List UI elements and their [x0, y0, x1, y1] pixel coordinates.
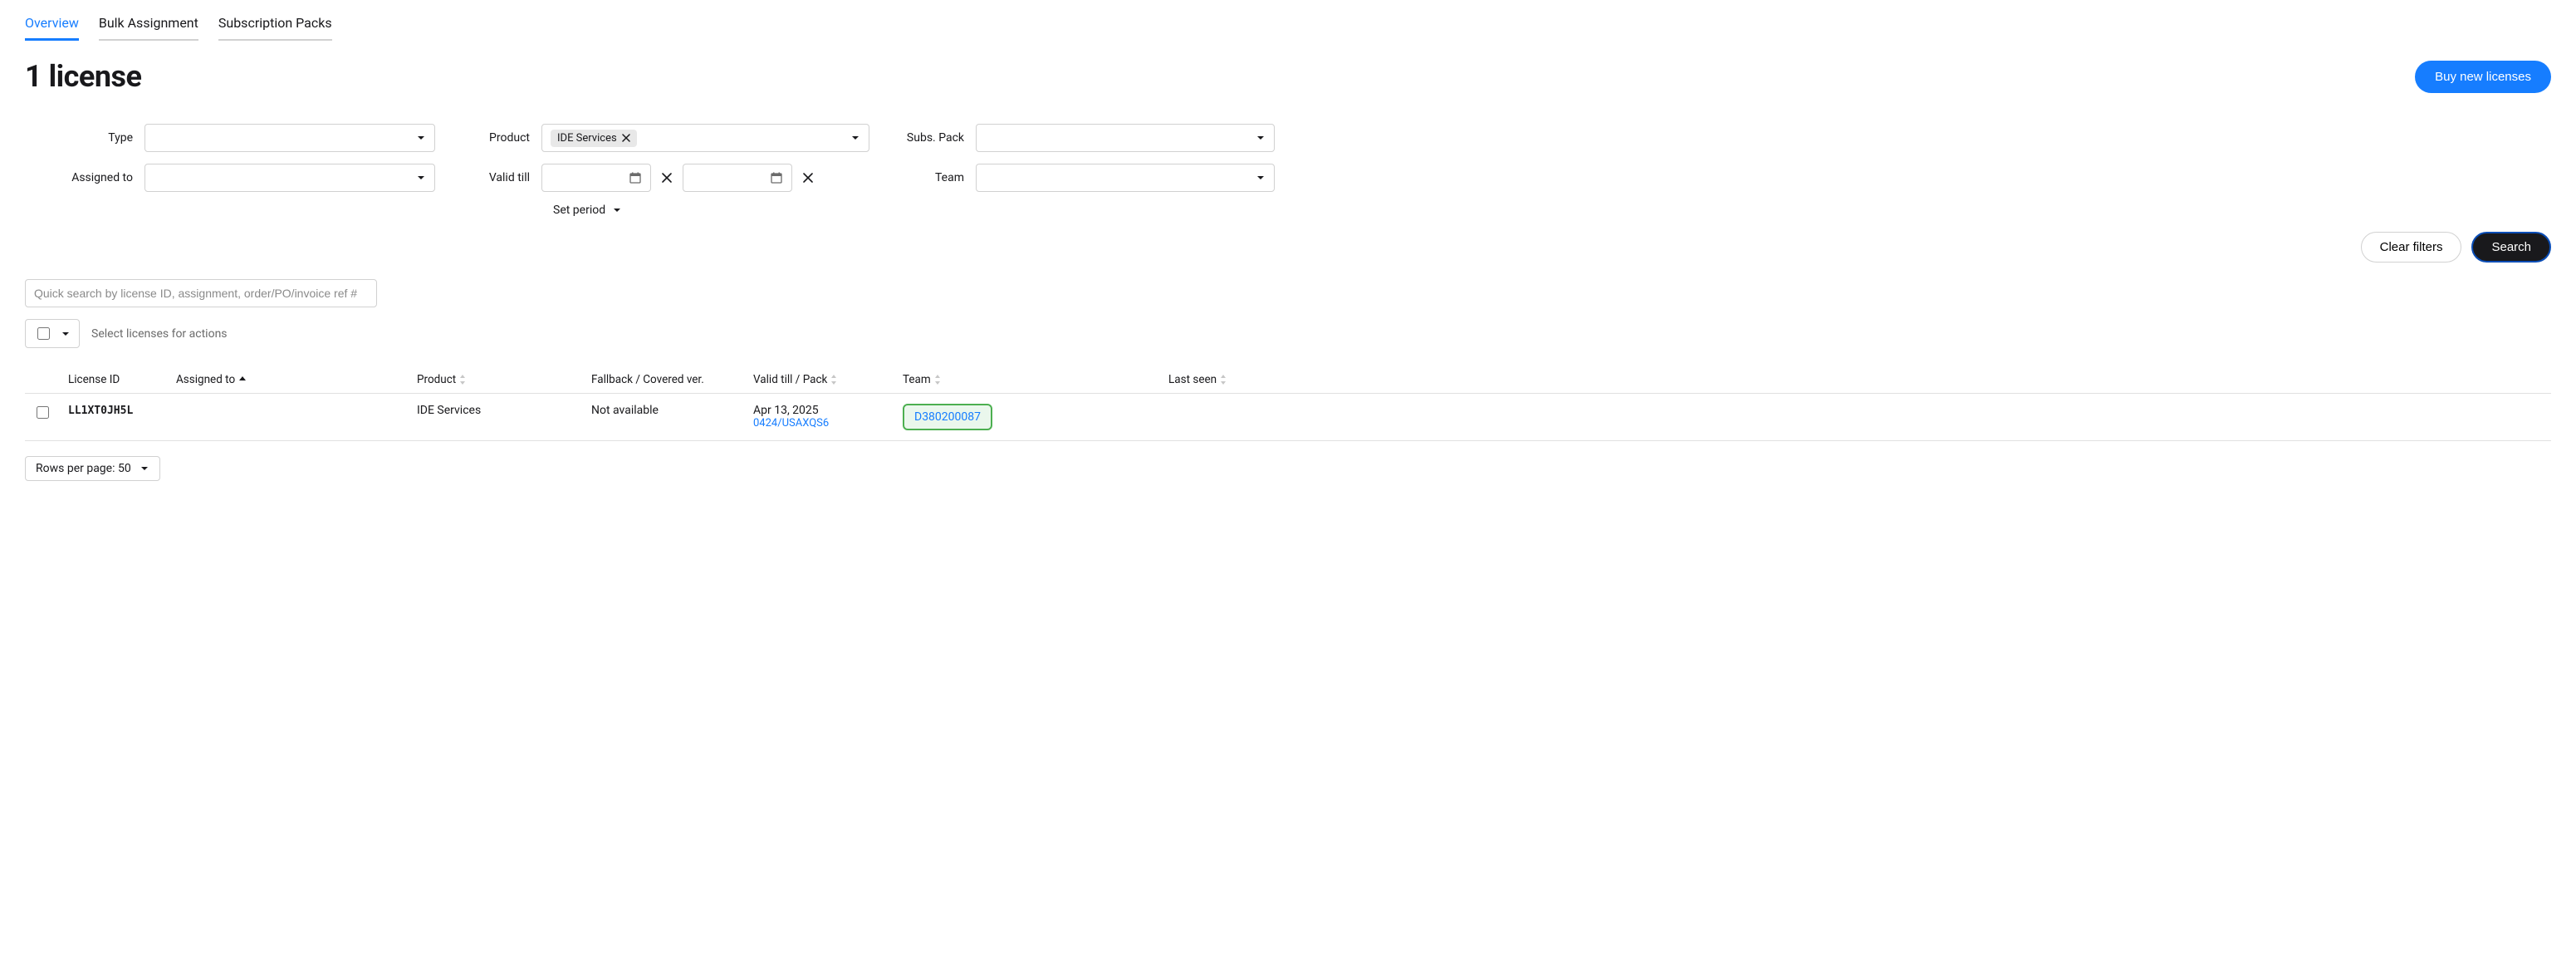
chevron-down-icon: [1256, 133, 1266, 143]
sort-up-icon: [238, 375, 247, 384]
valid-till-from-date[interactable]: [541, 164, 651, 192]
product-label: Product: [447, 131, 530, 145]
chevron-down-icon: [140, 464, 149, 474]
product-chip: IDE Services: [551, 130, 637, 147]
sort-icon: [934, 375, 941, 385]
team-label: Team: [881, 171, 964, 184]
clear-filters-button[interactable]: Clear filters: [2361, 232, 2462, 263]
calendar-icon: [629, 171, 642, 184]
col-last-seen-label: Last seen: [1168, 373, 1217, 386]
set-period-dropdown[interactable]: Set period: [541, 204, 869, 217]
team-select[interactable]: [976, 164, 1275, 192]
filter-actions: Clear filters Search: [25, 232, 2551, 263]
chevron-down-icon: [416, 173, 426, 183]
assigned-to-select[interactable]: [144, 164, 435, 192]
col-license-id[interactable]: License ID: [68, 373, 120, 386]
bulk-select-row: Select licenses for actions: [25, 319, 2551, 348]
col-product[interactable]: Product: [417, 373, 466, 386]
licenses-table: License ID Assigned to Product: [25, 366, 2551, 441]
valid-till-label: Valid till: [447, 171, 530, 184]
cell-product: IDE Services: [417, 404, 481, 417]
valid-till-to-date[interactable]: [683, 164, 792, 192]
bulk-select-dropdown[interactable]: [25, 319, 80, 348]
rows-per-page-label: Rows per page: 50: [36, 462, 131, 475]
type-label: Type: [25, 131, 133, 145]
close-icon[interactable]: [622, 134, 630, 142]
col-assigned-to[interactable]: Assigned to: [176, 373, 247, 386]
close-icon[interactable]: [799, 169, 817, 187]
close-icon[interactable]: [658, 169, 676, 187]
col-product-label: Product: [417, 373, 456, 386]
search-button[interactable]: Search: [2471, 232, 2551, 263]
product-select[interactable]: IDE Services: [541, 124, 869, 152]
filter-panel: Type Product IDE Services Subs. Pack Ass…: [25, 124, 2551, 217]
row-checkbox[interactable]: [37, 406, 49, 419]
page-title: 1 license: [25, 59, 141, 94]
cell-license-id: LL1XT0JH5L: [68, 405, 133, 417]
cell-valid-till: Apr 13, 2025: [753, 404, 886, 417]
cell-team[interactable]: D380200087: [903, 404, 992, 430]
col-team-label: Team: [903, 373, 931, 386]
col-fallback[interactable]: Fallback / Covered ver.: [591, 373, 704, 386]
sort-icon: [830, 375, 837, 385]
tab-bulk-assignment[interactable]: Bulk Assignment: [99, 12, 198, 41]
col-team[interactable]: Team: [903, 373, 941, 386]
col-valid-till-label: Valid till / Pack: [753, 373, 827, 386]
subs-pack-label: Subs. Pack: [881, 131, 964, 145]
cell-fallback: Not available: [591, 404, 659, 417]
chevron-down-icon: [1256, 173, 1266, 183]
calendar-icon: [770, 171, 783, 184]
product-chip-label: IDE Services: [557, 132, 617, 145]
chevron-down-icon: [850, 133, 860, 143]
bulk-select-checkbox[interactable]: [37, 327, 50, 340]
col-valid-till[interactable]: Valid till / Pack: [753, 373, 837, 386]
type-select[interactable]: [144, 124, 435, 152]
rows-per-page-select[interactable]: Rows per page: 50: [25, 456, 160, 481]
sort-icon: [1220, 375, 1227, 385]
chevron-down-icon: [612, 205, 622, 215]
tabs: Overview Bulk Assignment Subscription Pa…: [25, 12, 2551, 41]
col-assigned-to-label: Assigned to: [176, 373, 235, 386]
cell-pack-ref[interactable]: 0424/USAXQS6: [753, 417, 886, 429]
chevron-down-icon: [61, 329, 71, 339]
sort-icon: [459, 375, 466, 385]
bulk-hint: Select licenses for actions: [91, 327, 228, 341]
tab-overview[interactable]: Overview: [25, 12, 79, 41]
header-row: 1 license Buy new licenses: [25, 59, 2551, 94]
quick-search-input[interactable]: [25, 279, 377, 307]
col-last-seen[interactable]: Last seen: [1168, 373, 1227, 386]
table-row: LL1XT0JH5L IDE Services Not available Ap…: [25, 394, 2551, 441]
assigned-to-label: Assigned to: [25, 171, 133, 184]
set-period-label: Set period: [553, 204, 605, 217]
subs-pack-select[interactable]: [976, 124, 1275, 152]
chevron-down-icon: [416, 133, 426, 143]
tab-subscription-packs[interactable]: Subscription Packs: [218, 12, 332, 41]
valid-till-group: [541, 164, 869, 192]
buy-new-licenses-button[interactable]: Buy new licenses: [2415, 61, 2551, 93]
